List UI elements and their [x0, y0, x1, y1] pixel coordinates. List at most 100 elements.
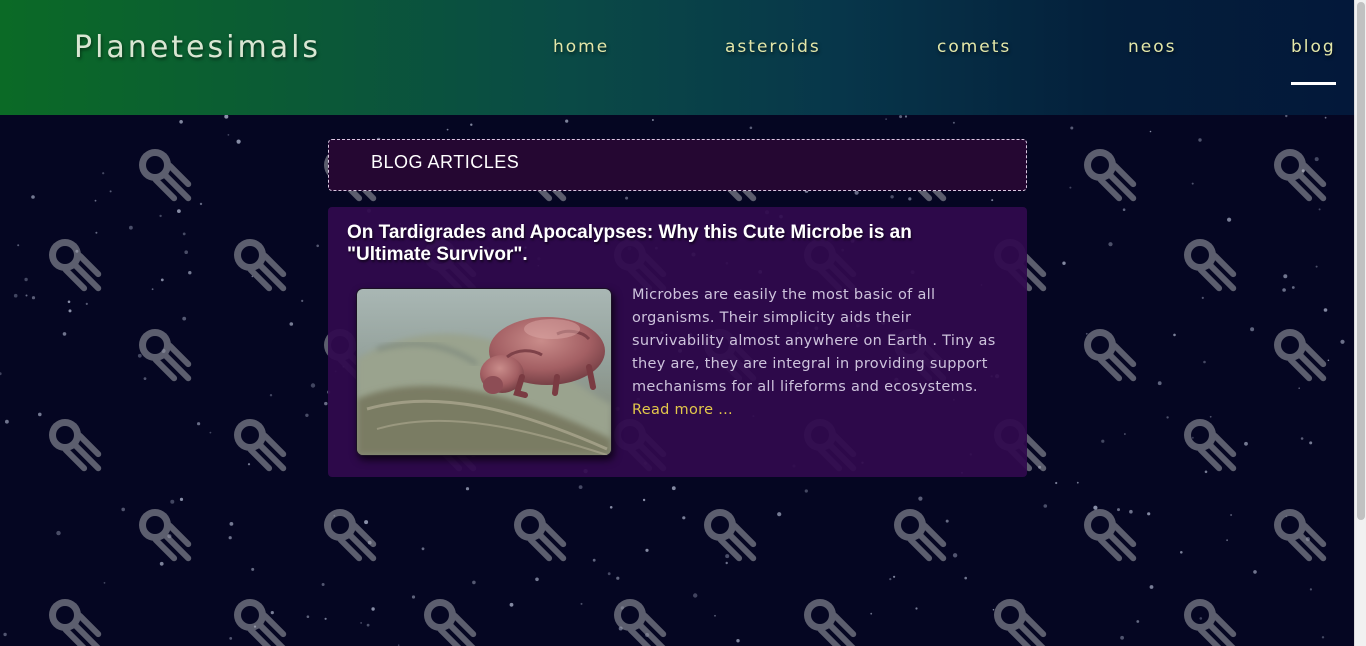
- star-icon: [472, 580, 476, 585]
- star-icon: [509, 602, 514, 607]
- star-icon: [5, 419, 9, 424]
- comet-icon: [1084, 509, 1137, 562]
- star-icon: [209, 431, 212, 434]
- comet-icon: [804, 599, 857, 646]
- star-icon: [160, 278, 164, 282]
- star-icon: [592, 558, 596, 562]
- star-icon: [371, 607, 375, 611]
- article-title[interactable]: On Tardigrades and Apocalypses: Why this…: [347, 222, 967, 266]
- star-icon: [94, 199, 97, 202]
- nav-asteroids[interactable]: asteroids: [725, 37, 821, 57]
- star-icon: [182, 316, 187, 321]
- star-icon: [411, 595, 416, 599]
- comet-icon: [139, 149, 192, 202]
- nav-comets[interactable]: comets: [937, 37, 1011, 57]
- star-icon: [1340, 339, 1345, 344]
- comet-icon: [227, 115, 296, 122]
- star-icon: [1166, 416, 1169, 419]
- star-icon: [908, 197, 912, 201]
- star-icon: [289, 322, 294, 326]
- tardigrade-photo-icon: [357, 289, 611, 455]
- star-icon: [645, 548, 649, 552]
- star-icon: [324, 617, 327, 620]
- scrollbar-thumb[interactable]: [1357, 2, 1365, 520]
- star-icon: [306, 615, 310, 618]
- star-icon: [616, 576, 620, 580]
- star-icon: [31, 195, 35, 199]
- star-icon: [38, 412, 42, 417]
- star-icon: [224, 115, 229, 119]
- site-logo-text[interactable]: Planetesimals: [74, 30, 321, 65]
- star-icon: [651, 119, 654, 121]
- star-icon: [671, 486, 676, 491]
- star-icon: [1250, 327, 1255, 332]
- page-scrollbar[interactable]: [1354, 0, 1366, 646]
- star-icon: [1253, 570, 1257, 574]
- star-icon: [804, 489, 808, 493]
- star-icon: [24, 277, 28, 282]
- star-icon: [1136, 620, 1140, 623]
- star-icon: [1149, 130, 1152, 133]
- star-icon: [179, 120, 183, 124]
- star-icon: [736, 639, 740, 643]
- star-icon: [1324, 116, 1327, 119]
- star-icon: [270, 611, 274, 615]
- star-icon: [915, 607, 918, 610]
- star-icon: [1149, 585, 1154, 589]
- star-icon: [682, 516, 686, 520]
- star-icon: [366, 623, 370, 627]
- star-icon: [143, 377, 147, 380]
- star-icon: [1124, 433, 1126, 435]
- star-icon: [964, 576, 967, 580]
- star-icon: [324, 401, 328, 406]
- star-icon: [1204, 470, 1208, 474]
- star-icon: [580, 602, 583, 605]
- star-icon: [179, 497, 184, 501]
- star-icon: [625, 196, 629, 200]
- star-icon: [1062, 261, 1066, 265]
- star-icon: [1101, 439, 1105, 443]
- star-icon: [17, 244, 20, 247]
- star-icon: [1085, 332, 1088, 335]
- nav-home[interactable]: home: [553, 37, 609, 57]
- nav-blog[interactable]: blog: [1291, 37, 1336, 57]
- star-icon: [1117, 508, 1120, 512]
- star-icon: [3, 632, 7, 637]
- star-icon: [68, 309, 72, 313]
- star-icon: [1209, 415, 1212, 418]
- star-icon: [1108, 242, 1113, 247]
- star-icon: [247, 463, 251, 466]
- nav-neos[interactable]: neos: [1128, 37, 1177, 57]
- star-icon: [992, 608, 995, 611]
- tardigrade-image[interactable]: [356, 288, 612, 456]
- star-icon: [251, 567, 255, 571]
- star-icon: [236, 139, 241, 144]
- star-icon: [1198, 138, 1202, 142]
- star-icon: [714, 614, 716, 617]
- star-icon: [725, 554, 730, 559]
- comet-icon: [234, 419, 287, 472]
- article-excerpt: Microbes are easily the most basic of al…: [632, 284, 1002, 422]
- star-icon: [228, 536, 232, 540]
- star-icon: [1321, 636, 1325, 639]
- comet-icon: [1274, 329, 1327, 382]
- star-icon: [25, 294, 28, 297]
- star-icon: [184, 250, 188, 254]
- star-icon: [159, 214, 162, 218]
- star-icon: [364, 520, 369, 525]
- star-icon: [1201, 296, 1204, 299]
- star-icon: [229, 637, 233, 640]
- star-icon: [31, 296, 36, 300]
- section-title: BLOG ARTICLES: [371, 152, 520, 172]
- star-icon: [1230, 514, 1233, 516]
- star-icon: [1180, 551, 1183, 554]
- star-icon: [607, 572, 611, 576]
- read-more-link[interactable]: Read more ...: [632, 402, 733, 418]
- star-icon: [952, 121, 955, 124]
- comet-icon: [987, 115, 1056, 122]
- star-icon: [1147, 512, 1151, 516]
- star-icon: [1093, 505, 1098, 510]
- star-icon: [182, 232, 186, 236]
- star-icon: [1300, 437, 1304, 440]
- comet-icon: [797, 115, 866, 122]
